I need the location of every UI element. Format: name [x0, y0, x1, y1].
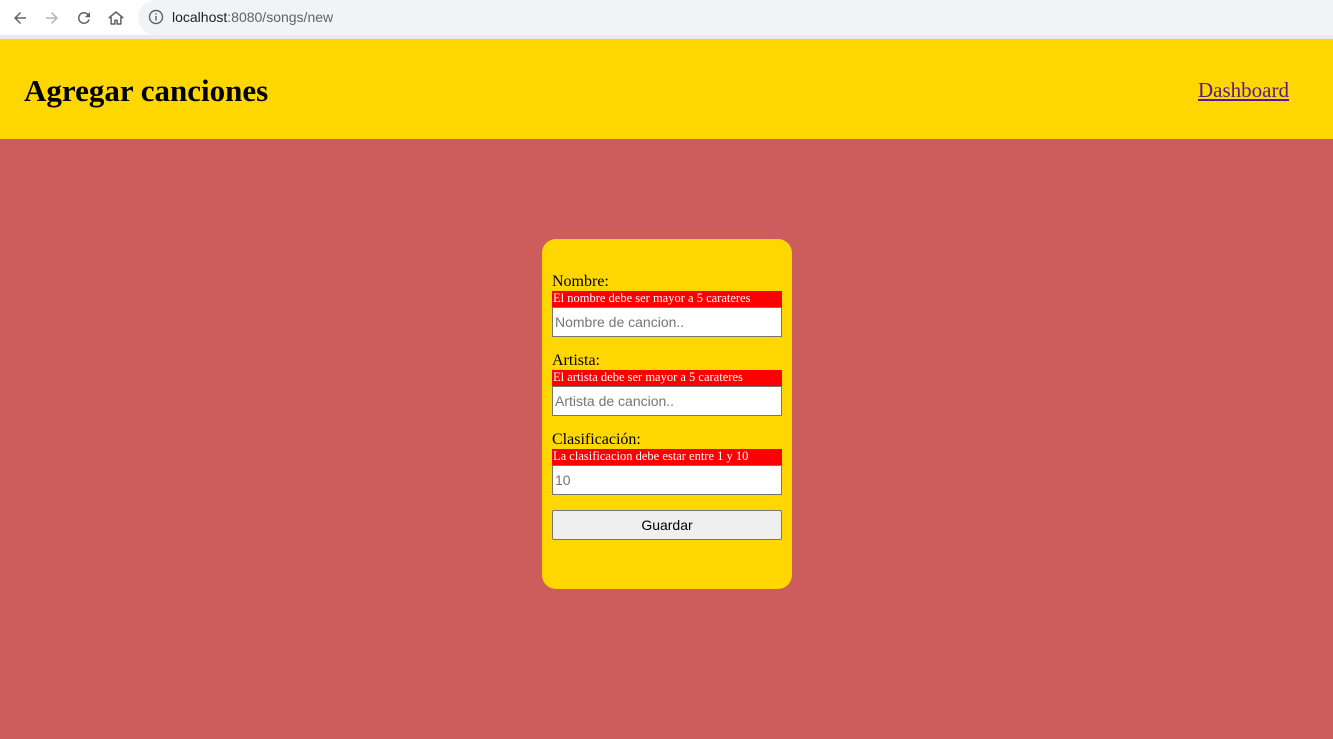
name-label: Nombre:	[552, 273, 609, 290]
artist-error: El artista debe ser mayor a 5 carateres	[552, 370, 782, 386]
rating-label: Clasificación:	[552, 431, 641, 448]
url-host: localhost	[172, 9, 228, 25]
url-path: :8080/songs/new	[227, 9, 334, 25]
rating-input[interactable]	[552, 465, 782, 495]
artist-label: Artista:	[552, 352, 600, 369]
rating-error: La clasificacion debe estar entre 1 y 10	[552, 449, 782, 465]
page-header: Agregar canciones Dashboard	[0, 39, 1333, 139]
reload-icon[interactable]	[71, 5, 97, 31]
name-error: El nombre debe ser mayor a 5 carateres	[552, 291, 782, 307]
page-title: Agregar canciones	[24, 73, 269, 108]
artist-input[interactable]	[552, 386, 782, 416]
dashboard-link[interactable]: Dashboard	[1198, 78, 1289, 102]
forward-icon[interactable]	[39, 5, 65, 31]
home-icon[interactable]	[103, 5, 129, 31]
info-icon[interactable]	[148, 9, 164, 25]
song-form: Nombre: El nombre debe ser mayor a 5 car…	[542, 239, 792, 589]
save-button[interactable]: Guardar	[552, 510, 782, 540]
browser-toolbar: localhost:8080/songs/new	[0, 0, 1333, 35]
back-icon[interactable]	[7, 5, 33, 31]
name-input[interactable]	[552, 307, 782, 337]
url-text[interactable]: localhost:8080/songs/new	[172, 9, 333, 26]
